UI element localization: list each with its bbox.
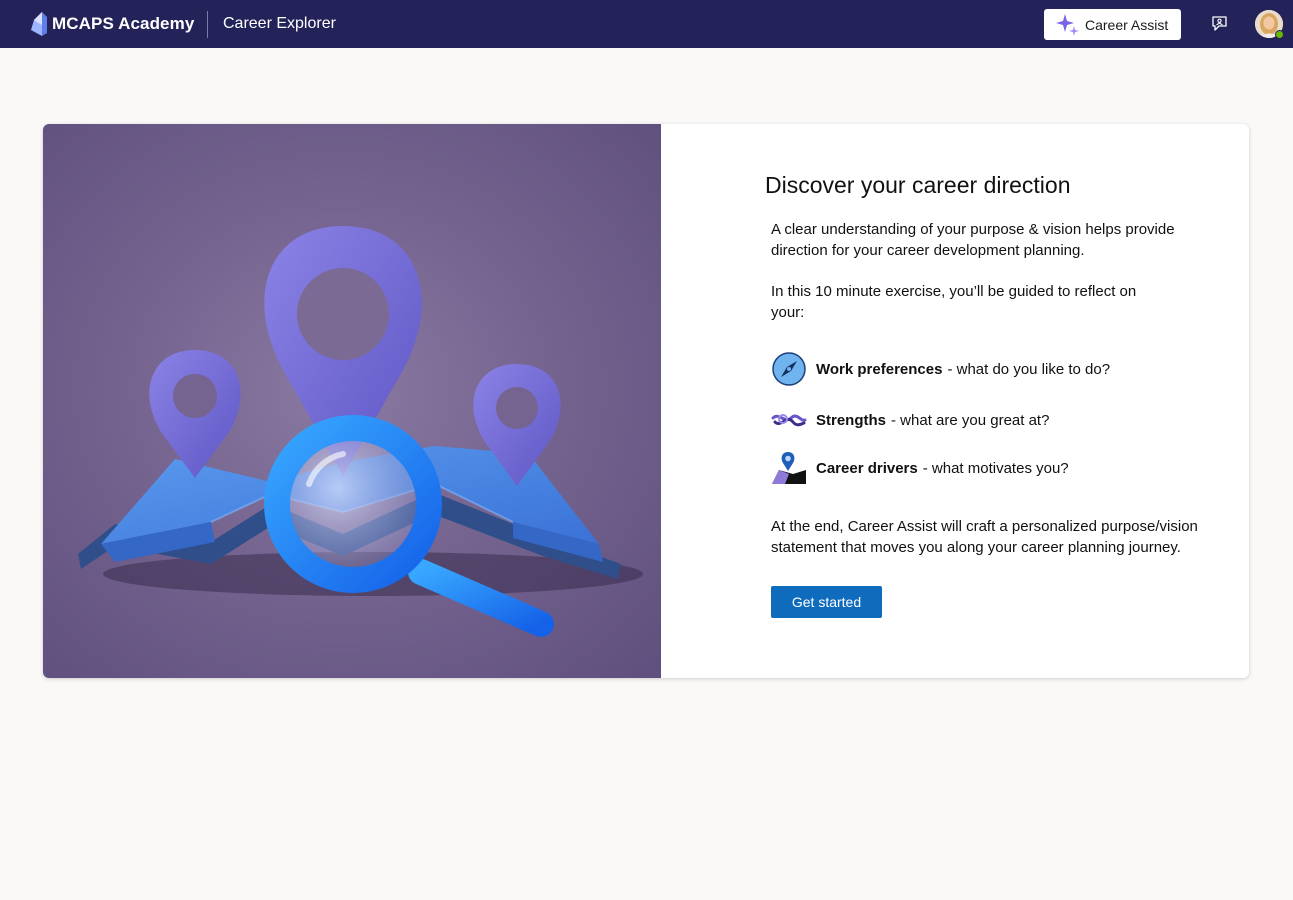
brand-name: MCAPS Academy: [52, 14, 195, 33]
brand[interactable]: MCAPS Academy: [30, 10, 194, 38]
item-label: Work preferences: [816, 360, 943, 378]
hero-illustration: [43, 124, 661, 678]
outro-text: At the end, Career Assist will craft a p…: [771, 518, 1198, 556]
item-desc: - what do you like to do?: [947, 360, 1111, 378]
knot-icon: [771, 414, 807, 427]
career-assist-button[interactable]: Career Assist: [1044, 9, 1181, 40]
intro-text: A clear understanding of your purpose & …: [771, 221, 1175, 259]
map-search-illustration: [78, 226, 643, 637]
app-name[interactable]: Career Explorer: [223, 15, 336, 33]
header-divider: [207, 11, 208, 38]
list-item-strengths: Strengths - what are you great at?: [771, 402, 1049, 438]
top-bar: MCAPS Academy Career Explorer Career Ass…: [0, 0, 1293, 48]
get-started-button[interactable]: Get started: [771, 586, 882, 618]
item-label: Strengths: [816, 411, 887, 429]
content-panel: Discover your career direction A clear u…: [704, 124, 1249, 678]
career-assist-label: Career Assist: [1085, 16, 1169, 33]
career-direction-card: Discover your career direction A clear u…: [43, 124, 1249, 678]
feedback-icon[interactable]: [1210, 14, 1230, 34]
exercise-text: In this 10 minute exercise, you’ll be gu…: [771, 283, 1137, 321]
item-label: Career drivers: [816, 459, 918, 477]
map-pin-icon: [772, 452, 806, 484]
item-desc: - what motivates you?: [922, 459, 1069, 477]
page-title: Discover your career direction: [765, 172, 1071, 198]
list-item-work-preferences: Work preferences - what do you like to d…: [771, 351, 1110, 387]
sparkle-icon: [1056, 13, 1079, 36]
presence-badge: [1275, 30, 1284, 39]
list-item-career-drivers: Career drivers - what motivates you?: [771, 450, 1069, 486]
compass-icon: [772, 352, 806, 386]
mcaps-logo-icon: [31, 12, 47, 36]
item-desc: - what are you great at?: [891, 411, 1050, 429]
left-pin-icon: [149, 350, 241, 478]
